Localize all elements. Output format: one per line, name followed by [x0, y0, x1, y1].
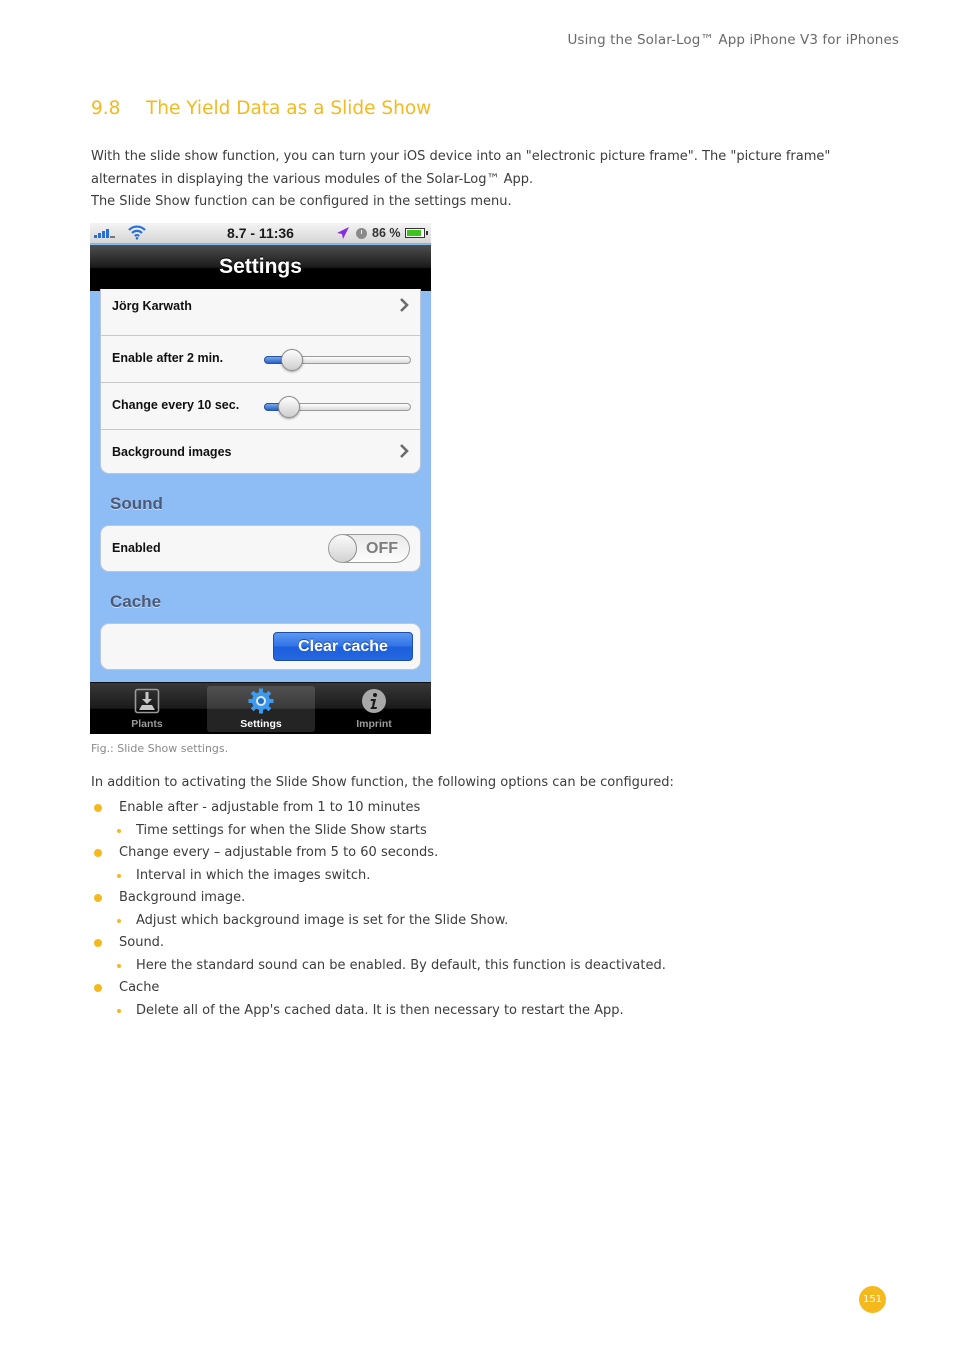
- status-bar: 8.7 - 11:36 86 %: [90, 223, 431, 244]
- settings-row-account[interactable]: Jörg Karwath: [101, 289, 420, 336]
- list-subitem: Here the standard sound can be enabled. …: [91, 955, 791, 978]
- location-arrow-icon: [337, 227, 349, 239]
- options-list: Enable after - adjustable from 1 to 10 m…: [91, 797, 791, 1022]
- sound-header: Sound: [110, 494, 163, 513]
- gear-icon: [248, 688, 274, 714]
- list-item: Sound.: [91, 932, 791, 955]
- tab-label: Settings: [240, 718, 282, 730]
- options-lead: In addition to activating the Slide Show…: [91, 775, 674, 790]
- phone-screenshot: 8.7 - 11:36 86 % Settings Jörg Karwath E…: [90, 223, 431, 734]
- intro-text: With the slide show function, you can tu…: [91, 146, 831, 214]
- section-number: 9.8: [91, 98, 121, 119]
- alarm-clock-icon: [356, 228, 367, 239]
- row-label: Background images: [112, 445, 232, 459]
- list-subitem: Delete all of the App's cached data. It …: [91, 1000, 791, 1023]
- list-item: Cache: [91, 977, 791, 1000]
- tab-plants[interactable]: Plants: [93, 686, 201, 732]
- nav-title: Settings: [219, 255, 302, 278]
- chevron-right-icon: [400, 444, 409, 458]
- list-subitem: Time settings for when the Slide Show st…: [91, 820, 791, 843]
- intro-paragraph: With the slide show function, you can tu…: [91, 149, 831, 187]
- tab-label: Imprint: [356, 718, 392, 730]
- list-item: Background image.: [91, 887, 791, 910]
- settings-row-enable-after: Enable after 2 min.: [101, 336, 420, 383]
- toggle-knob: [329, 535, 357, 562]
- row-label: Enable after 2 min.: [112, 351, 224, 365]
- battery-icon: [405, 228, 428, 238]
- chevron-right-icon: [400, 298, 409, 312]
- cache-header: Cache: [110, 592, 162, 611]
- sound-group: Enabled OFF: [100, 525, 421, 572]
- tab-bar: Plants Settings Imprint: [90, 682, 431, 734]
- slideshow-settings-group: Jörg Karwath Enable after 2 min. Change …: [100, 289, 421, 474]
- page-number: 151: [859, 1286, 886, 1313]
- list-item: Change every – adjustable from 5 to 60 s…: [91, 842, 791, 865]
- row-label: Enabled: [112, 541, 161, 555]
- info-icon: [362, 689, 386, 713]
- download-icon: [134, 688, 160, 714]
- row-label: Change every 10 sec.: [112, 398, 240, 412]
- section-heading: 9.8 The Yield Data as a Slide Show: [91, 98, 431, 119]
- settings-row-change-every: Change every 10 sec.: [101, 383, 420, 430]
- tab-imprint[interactable]: Imprint: [320, 686, 428, 732]
- settings-row-sound-enabled: Enabled OFF: [101, 526, 420, 573]
- nav-bar: Settings: [90, 245, 431, 291]
- row-label: Jörg Karwath: [112, 299, 192, 313]
- figure-caption: Fig.: Slide Show settings.: [91, 742, 229, 755]
- sound-toggle[interactable]: OFF: [328, 534, 410, 563]
- list-subitem: Adjust which background image is set for…: [91, 910, 791, 933]
- list-subitem: Interval in which the images switch.: [91, 865, 791, 888]
- slider-thumb[interactable]: [280, 349, 303, 371]
- tab-settings[interactable]: Settings: [207, 686, 315, 732]
- cache-group: Clear cache: [100, 623, 421, 670]
- running-header: Using the Solar-Log™ App iPhone V3 for i…: [567, 32, 899, 48]
- toggle-state: OFF: [366, 540, 398, 557]
- tab-label: Plants: [131, 718, 163, 730]
- clear-cache-button[interactable]: Clear cache: [273, 632, 413, 661]
- enable-after-slider[interactable]: [264, 349, 411, 371]
- section-title: The Yield Data as a Slide Show: [146, 98, 432, 119]
- intro-paragraph: The Slide Show function can be configure…: [91, 194, 512, 209]
- settings-row-background-images[interactable]: Background images: [101, 430, 420, 477]
- slider-thumb[interactable]: [278, 396, 301, 418]
- battery-fill: [407, 230, 421, 236]
- list-item: Enable after - adjustable from 1 to 10 m…: [91, 797, 791, 820]
- change-every-slider[interactable]: [264, 396, 411, 418]
- battery-percent: 86 %: [372, 226, 401, 240]
